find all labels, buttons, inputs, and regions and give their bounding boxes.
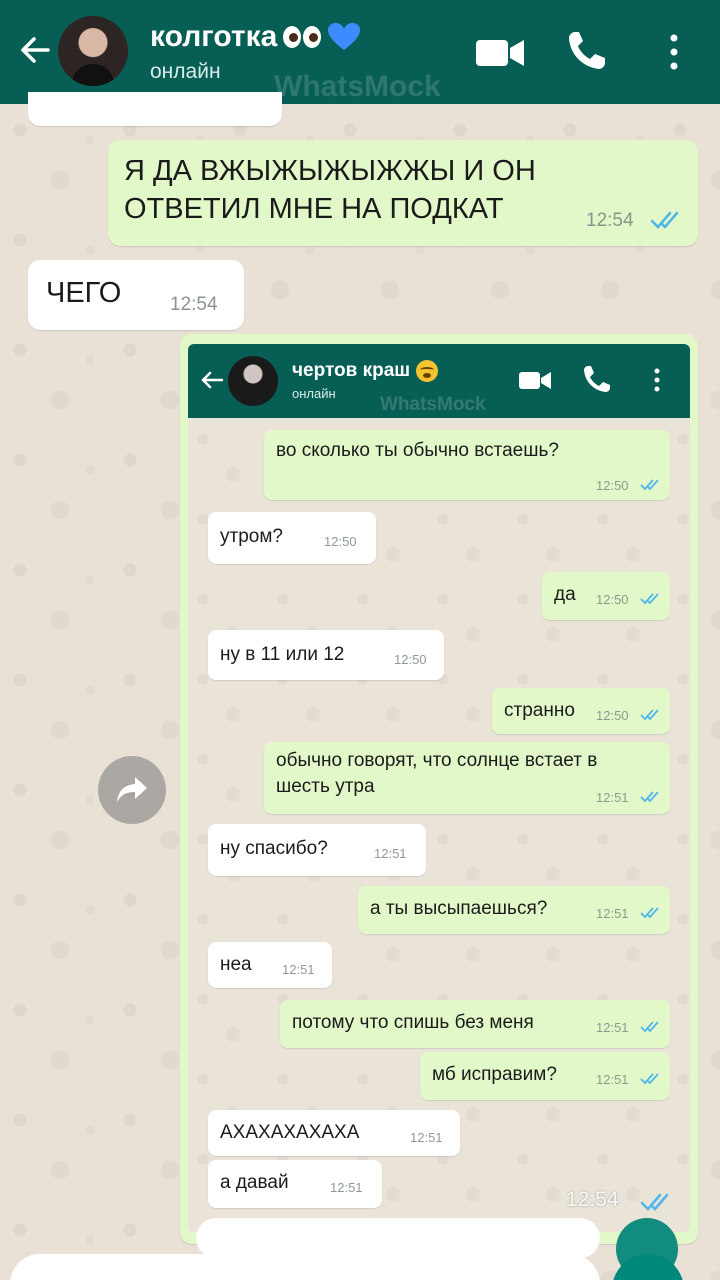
message-time: 12:54 (586, 210, 634, 231)
message-time: 12:50 (596, 592, 629, 607)
message-time: 12:50 (596, 708, 629, 723)
screenshot-message-outgoing: странно 12:50 (492, 688, 670, 734)
message-text: а давай (220, 1172, 289, 1193)
blue-heart-icon (328, 23, 361, 50)
screenshot-message-incoming: утром? 12:50 (208, 512, 376, 564)
message-text: а ты высыпаешься? (370, 898, 548, 919)
screenshot-message-outgoing: мб исправим? 12:51 (420, 1052, 670, 1100)
screenshot-message-incoming: ну в 11 или 12 12:50 (208, 630, 444, 680)
menu-icon[interactable] (662, 30, 686, 74)
screenshot-message-outgoing: во сколько ты обычно встаешь? 12:50 (264, 430, 670, 500)
contact-name: колготка (150, 20, 278, 53)
chat-header: колготка онлайн WhatsMock (0, 0, 720, 104)
double-tick-icon (640, 709, 659, 721)
message-time: 12:51 (596, 1020, 629, 1035)
message-time: 12:51 (596, 1072, 629, 1087)
screenshot-message-outgoing: потому что спишь без меня 12:51 (280, 1000, 670, 1048)
message-time: 12:51 (410, 1130, 443, 1145)
message-text: мб исправим? (432, 1064, 557, 1085)
screenshot-watermark: WhatsMock (380, 394, 486, 415)
message-bubble-outgoing[interactable]: Я ДА ВЖЫЖЫЖЫЖЖЫ И ОН ОТВЕТИЛ МНЕ НА ПОДК… (108, 140, 698, 246)
double-tick-icon (640, 1021, 659, 1033)
screenshot-avatar (228, 356, 278, 406)
partial-message-bubble (28, 92, 282, 126)
phone-icon (584, 366, 610, 392)
message-time: 12:51 (330, 1180, 363, 1195)
image-message-time: 12:54 (566, 1188, 619, 1211)
double-tick-icon (640, 593, 659, 605)
double-tick-icon (640, 1193, 669, 1211)
message-input-field[interactable] (10, 1254, 600, 1280)
message-text: ну спасибо? (220, 838, 328, 859)
double-tick-icon (640, 1073, 659, 1085)
double-tick-icon (640, 907, 659, 919)
screenshot-header: чертов краш онлайн WhatsMock (188, 344, 690, 418)
message-bubble-incoming[interactable]: ЧЕГО 12:54 (28, 260, 244, 330)
screenshot-message-input (196, 1218, 600, 1258)
screenshot-contact-status: онлайн (292, 386, 336, 401)
message-text: АХАХАХАХАХА (220, 1122, 360, 1143)
message-text: во сколько ты обычно встаешь? (276, 440, 559, 461)
screenshot-message-incoming: неа 12:51 (208, 942, 332, 988)
message-text-line-1: Я ДА ВЖЫЖЫЖЫЖЖЫ И ОН (124, 155, 536, 187)
screenshot-message-incoming: АХАХАХАХАХА 12:51 (208, 1110, 460, 1156)
screenshot-image[interactable]: чертов краш онлайн WhatsMock во сколько … (188, 344, 690, 1232)
eyes-icon (283, 26, 322, 48)
video-call-icon[interactable] (474, 32, 526, 72)
back-arrow-icon[interactable] (14, 28, 58, 72)
screenshot-message-outgoing: обычно говорят, что солнце встает в шест… (264, 742, 670, 814)
message-text: странно (504, 700, 575, 721)
message-time: 12:54 (170, 294, 218, 315)
message-time: 12:50 (324, 534, 357, 549)
forward-button[interactable] (98, 756, 166, 824)
double-tick-icon (640, 479, 659, 491)
message-text: потому что спишь без меня (292, 1012, 534, 1033)
forward-icon (117, 777, 147, 802)
message-time: 12:50 (596, 478, 629, 493)
message-time: 12:51 (374, 846, 407, 861)
double-tick-icon (650, 211, 679, 229)
back-arrow-icon (201, 371, 224, 389)
message-time: 12:51 (282, 962, 315, 977)
message-text-line-2: шесть утра (276, 776, 375, 797)
message-text: утром? (220, 526, 283, 547)
message-text: неа (220, 954, 252, 975)
phone-icon[interactable] (566, 28, 608, 72)
contact-name-row[interactable]: колготка (150, 20, 361, 54)
video-call-icon (519, 372, 551, 389)
screenshot-message-outgoing: да 12:50 (542, 572, 670, 620)
screenshot-contact-name-row: чертов краш (292, 360, 439, 382)
double-tick-icon (640, 791, 659, 803)
screenshot-message-incoming: а давай 12:51 (208, 1160, 382, 1208)
screenshot-message-outgoing: а ты высыпаешься? 12:51 (358, 886, 670, 934)
message-text: ЧЕГО (46, 277, 122, 309)
message-text-line-1: обычно говорят, что солнце встает в (276, 750, 598, 771)
screenshot-contact-name: чертов краш (292, 360, 411, 381)
contact-status: онлайн (150, 60, 221, 83)
menu-icon (654, 368, 660, 392)
message-time: 12:51 (596, 906, 629, 921)
message-text-line-2: ОТВЕТИЛ МНЕ НА ПОДКАТ (124, 193, 504, 225)
avatar[interactable] (58, 16, 128, 86)
message-time: 12:50 (394, 652, 427, 667)
message-time: 12:51 (596, 790, 629, 805)
message-text: да (554, 584, 576, 605)
screenshot-message-incoming: ну спасибо? 12:51 (208, 824, 426, 876)
message-text: ну в 11 или 12 (220, 644, 345, 665)
weary-face-icon (416, 360, 439, 382)
watermark: WhatsMock (274, 70, 441, 103)
